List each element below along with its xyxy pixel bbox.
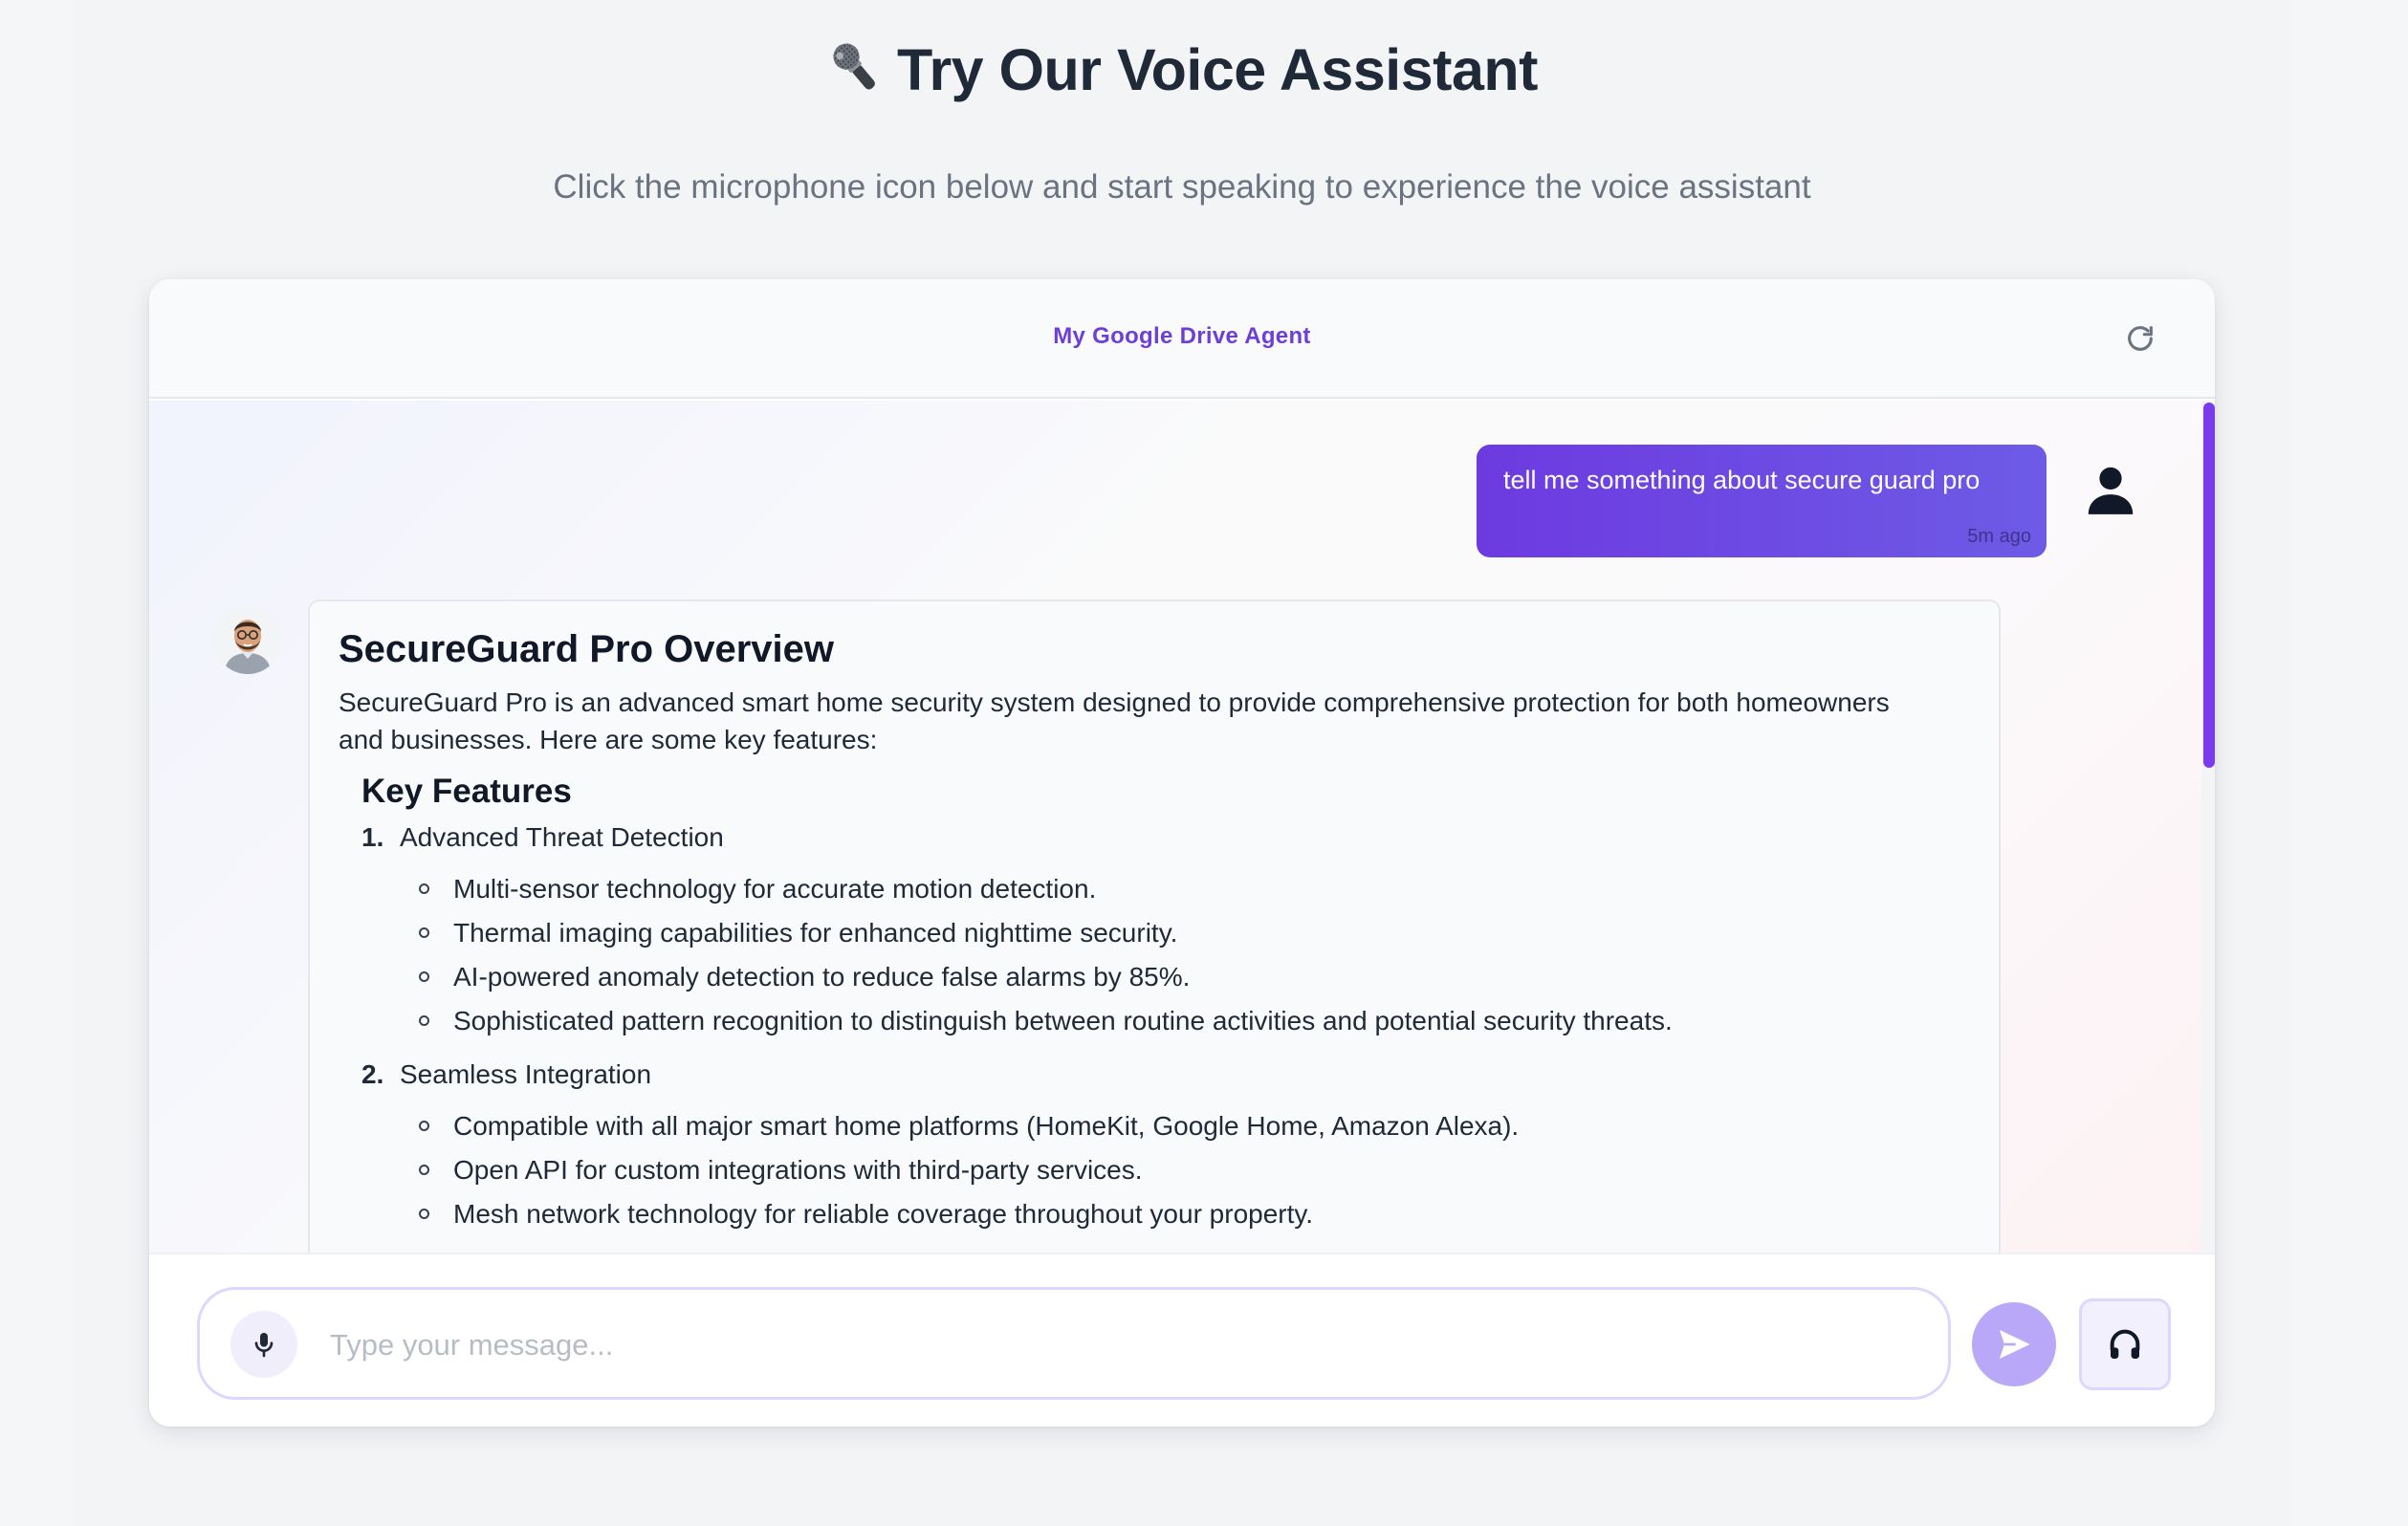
microphone-emoji-icon: [833, 43, 875, 90]
list-item-text: Compatible with all major smart home pla…: [453, 1111, 1520, 1141]
list-item: Compatible with all major smart home pla…: [419, 1104, 1941, 1148]
feature-number: 2.: [361, 1059, 384, 1089]
list-item: Mesh network technology for reliable cov…: [419, 1192, 1941, 1236]
bullet-icon: [419, 1209, 429, 1219]
bullet-icon: [419, 927, 429, 938]
list-item: Multi-sensor technology for accurate mot…: [419, 867, 1941, 911]
feature-label: Advanced Threat Detection: [400, 822, 724, 852]
bullet-icon: [419, 971, 429, 982]
bullet-icon: [419, 1165, 429, 1175]
page-subtitle: Click the microphone icon below and star…: [553, 168, 1811, 206]
refresh-button[interactable]: [2123, 321, 2157, 356]
bullet-icon: [419, 883, 429, 894]
list-item: Sophisticated pattern recognition to dis…: [419, 999, 1941, 1043]
feature-number: 1.: [361, 822, 384, 852]
voice-mode-button[interactable]: [2079, 1298, 2171, 1390]
feature-item: 2. Seamless Integration: [361, 1057, 1941, 1093]
chat-header: My Google Drive Agent: [149, 279, 2215, 399]
list-item-text: Mesh network technology for reliable cov…: [453, 1199, 1314, 1229]
send-button[interactable]: [1972, 1302, 2056, 1386]
list-item: AI-powered anomaly detection to reduce f…: [419, 955, 1941, 999]
user-message-text: tell me something about secure guard pro: [1503, 466, 1981, 494]
bot-message-title: SecureGuard Pro Overview: [339, 628, 835, 670]
page-title: Try Our Voice Assistant: [73, 36, 2291, 103]
list-item-text: Open API for custom integrations with th…: [453, 1155, 1143, 1185]
feature-detail-list: Multi-sensor technology for accurate mot…: [419, 867, 1941, 1043]
bot-message-content: SecureGuard Pro Overview SecureGuard Pro…: [339, 626, 1941, 1236]
list-item: Open API for custom integrations with th…: [419, 1148, 1941, 1192]
scrollbar[interactable]: [2201, 401, 2215, 1253]
list-item-text: Sophisticated pattern recognition to dis…: [453, 1006, 1673, 1036]
bot-avatar: [214, 607, 281, 674]
person-icon: [2088, 467, 2134, 514]
scrollbar-thumb[interactable]: [2203, 403, 2215, 768]
agent-name: My Google Drive Agent: [1053, 323, 1311, 349]
bot-message-intro: SecureGuard Pro is an advanced smart hom…: [339, 687, 1890, 754]
bot-avatar-photo: [214, 607, 281, 674]
bot-message: SecureGuard Pro Overview SecureGuard Pro…: [308, 600, 2001, 1253]
section-title: Key Features: [361, 773, 572, 810]
feature-detail-list: Compatible with all major smart home pla…: [419, 1104, 1941, 1236]
list-item-text: Thermal imaging capabilities for enhance…: [453, 918, 1178, 948]
page: Try Our Voice Assistant Click the microp…: [73, 0, 2291, 1526]
send-icon: [2000, 1330, 2030, 1359]
microphone-button[interactable]: [230, 1311, 297, 1378]
feature-label: Seamless Integration: [400, 1059, 652, 1089]
page-title-text: Try Our Voice Assistant: [897, 37, 1538, 102]
bullet-icon: [419, 1015, 429, 1026]
composer: [149, 1253, 2215, 1427]
feature-item: 1. Advanced Threat Detection: [361, 819, 1941, 856]
bullet-icon: [419, 1121, 429, 1131]
message-timestamp: 5m ago: [1967, 526, 2031, 547]
list-item-text: Multi-sensor technology for accurate mot…: [453, 874, 1097, 904]
list-item-text: AI-powered anomaly detection to reduce f…: [453, 962, 1191, 992]
headphones-icon: [2110, 1329, 2140, 1359]
message-input-container: [197, 1287, 1951, 1400]
message-list[interactable]: tell me something about secure guard pro…: [149, 401, 2215, 1253]
message-input[interactable]: [330, 1317, 1898, 1374]
user-message: tell me something about secure guard pro…: [1477, 445, 2047, 557]
list-item: Thermal imaging capabilities for enhance…: [419, 911, 1941, 955]
refresh-icon: [2128, 326, 2153, 351]
microphone-icon: [254, 1333, 274, 1358]
chat-widget: My Google Drive Agent tell me something …: [149, 279, 2215, 1427]
